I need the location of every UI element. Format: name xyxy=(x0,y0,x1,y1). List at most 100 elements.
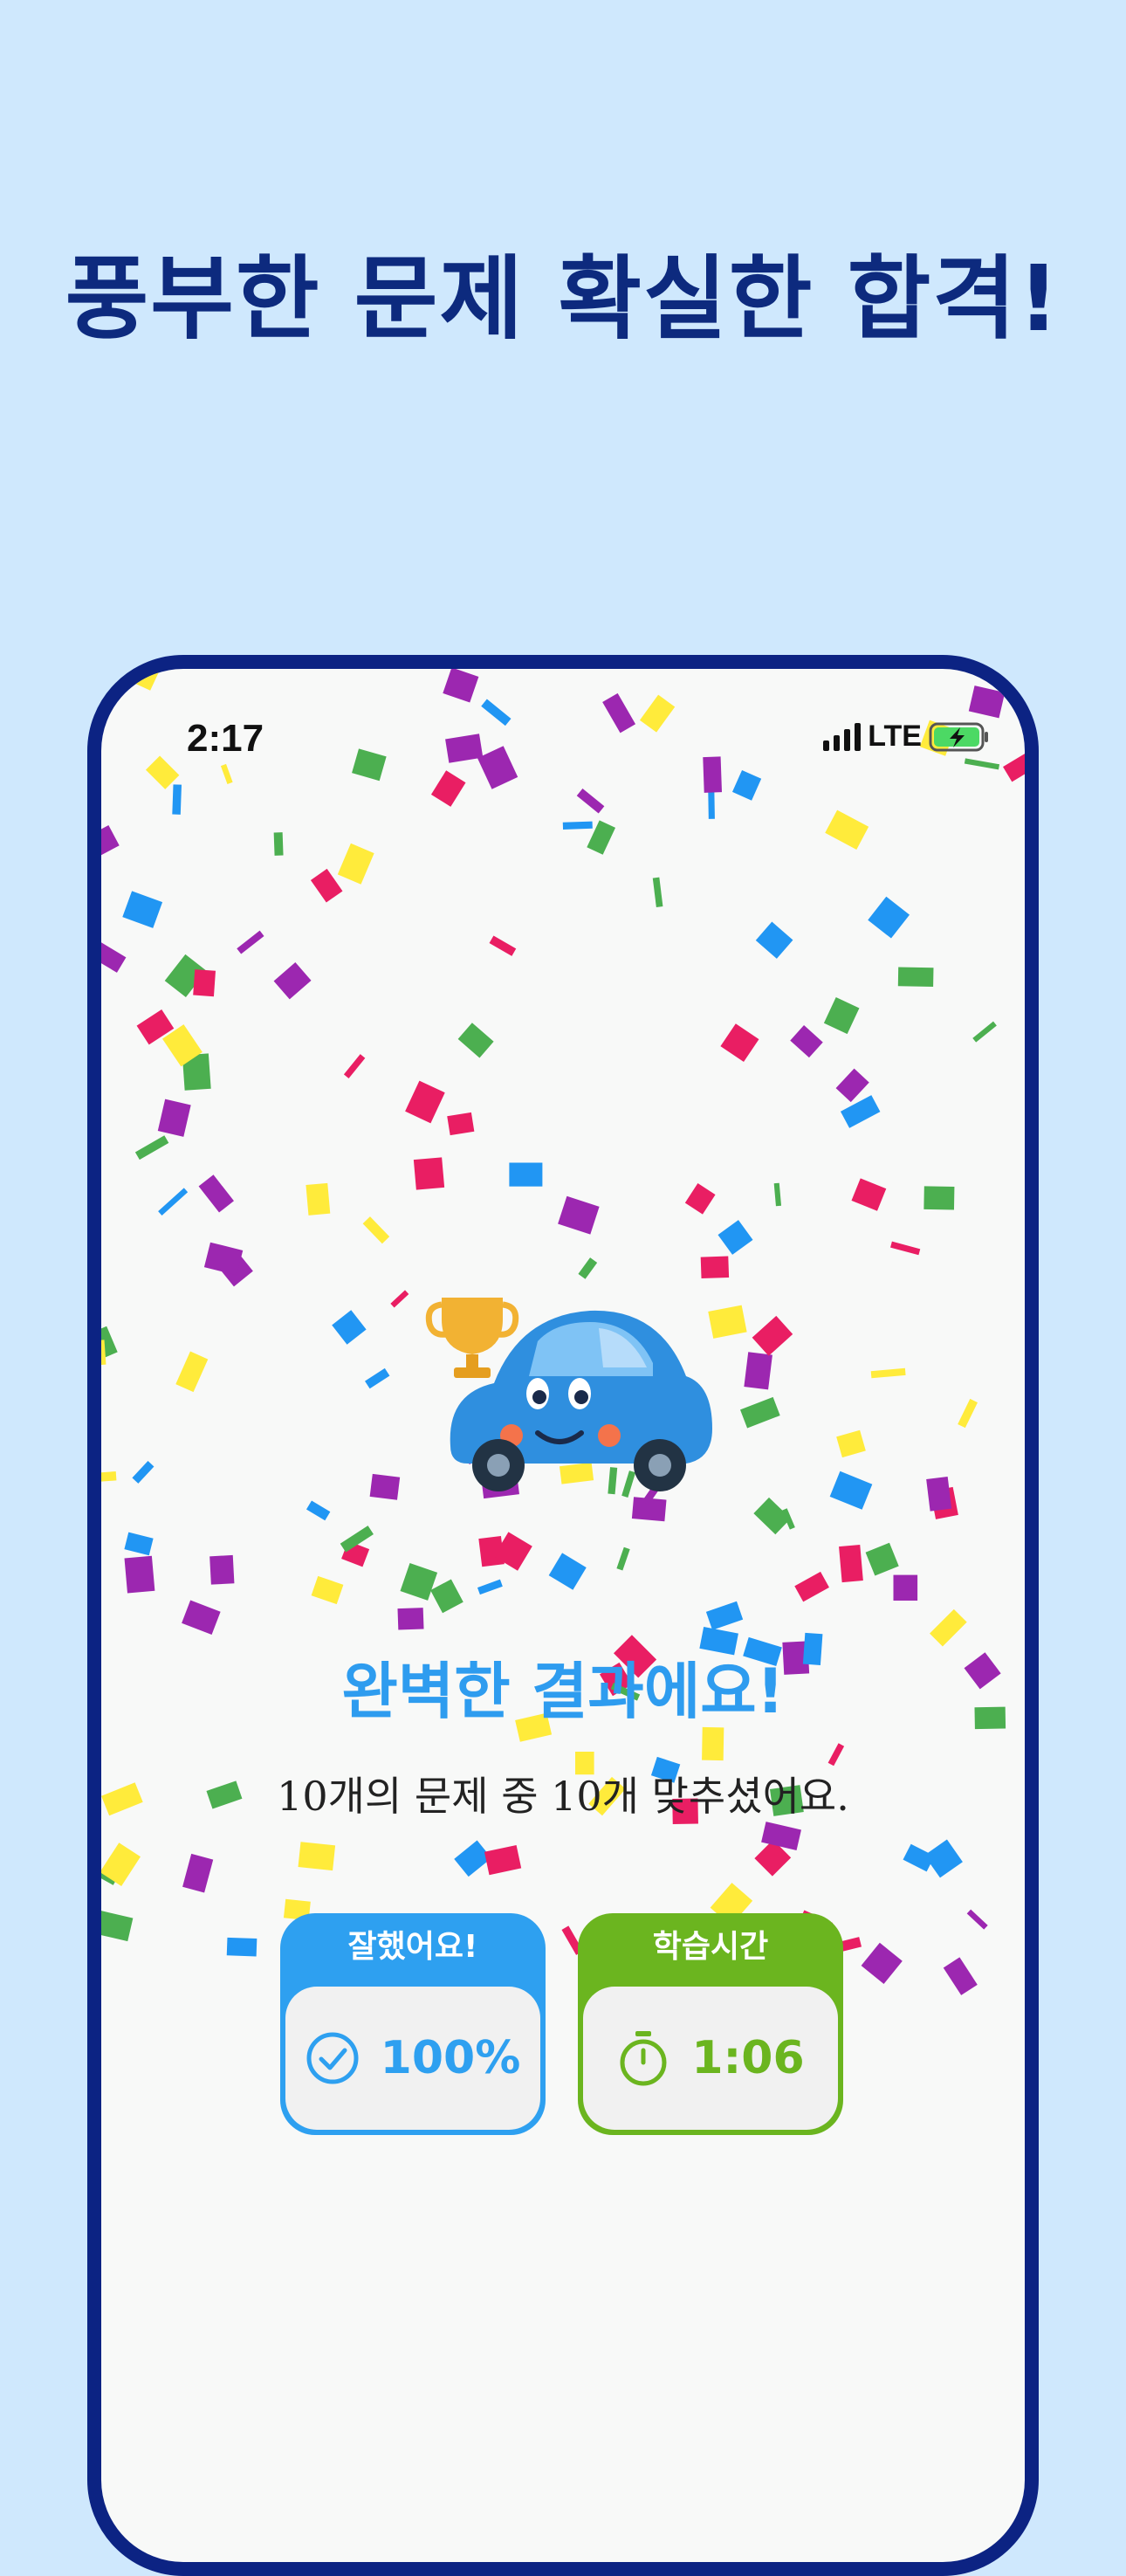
confetti-piece xyxy=(237,930,264,954)
confetti-piece xyxy=(720,1023,759,1063)
status-bar-right: LTE xyxy=(823,720,990,754)
confetti-piece xyxy=(369,1473,401,1500)
confetti-piece xyxy=(134,1135,169,1161)
confetti-piece xyxy=(390,1290,409,1308)
confetti-piece xyxy=(717,1220,753,1255)
confetti-piece xyxy=(343,1054,366,1078)
signal-icon xyxy=(823,722,862,751)
confetti-piece xyxy=(870,1367,906,1379)
confetti-piece xyxy=(790,1025,823,1058)
confetti-piece xyxy=(158,1188,189,1216)
confetti-piece xyxy=(731,769,762,801)
confetti-piece xyxy=(840,1095,881,1128)
confetti-piece xyxy=(477,746,518,789)
confetti-piece xyxy=(430,770,466,807)
confetti-piece xyxy=(829,1471,873,1510)
confetti-piece xyxy=(578,1257,598,1279)
confetti-piece xyxy=(365,1367,390,1389)
confetti-piece xyxy=(132,1460,154,1484)
confetti-piece xyxy=(413,1157,445,1190)
confetti-piece xyxy=(835,1068,869,1103)
confetti-piece xyxy=(972,1021,997,1043)
confetti-piece xyxy=(447,1112,475,1136)
confetti-piece xyxy=(752,1315,793,1356)
confetti-piece xyxy=(337,843,374,885)
confetti-piece xyxy=(652,877,663,907)
confetti-piece xyxy=(773,1182,782,1207)
stopwatch-icon xyxy=(620,2031,667,2086)
confetti-piece xyxy=(703,756,723,793)
confetti-piece xyxy=(182,1600,221,1635)
result-title: 완벽한 결과에요! xyxy=(341,1656,785,1727)
confetti-piece xyxy=(739,1396,780,1429)
confetti-piece xyxy=(616,1546,630,1571)
confetti-piece xyxy=(639,694,676,733)
confetti-piece xyxy=(124,1532,154,1556)
confetti-piece xyxy=(172,784,182,815)
status-time: 2:17 xyxy=(187,717,264,760)
confetti-piece xyxy=(430,1579,463,1614)
confetti-piece xyxy=(509,1162,543,1187)
headline: 풍부한 문제 확실한 합격! xyxy=(65,245,1061,352)
confetti-piece xyxy=(306,1182,331,1216)
confetti-piece xyxy=(101,1910,134,1942)
confetti-piece xyxy=(220,763,233,784)
confetti-piece xyxy=(897,967,934,987)
confetti-piece xyxy=(145,755,180,789)
confetti-piece xyxy=(477,1579,503,1595)
confetti-piece xyxy=(684,1183,716,1215)
confetti-piece xyxy=(744,1352,772,1390)
confetti-piece xyxy=(930,1608,967,1647)
confetti-piece xyxy=(443,669,479,703)
confetti-piece xyxy=(193,969,216,997)
confetti-piece xyxy=(825,809,869,850)
confetti-piece xyxy=(851,1178,887,1211)
confetti-piece xyxy=(209,1554,235,1585)
confetti-piece xyxy=(175,1351,209,1393)
confetti-piece xyxy=(311,1575,344,1605)
confetti-piece xyxy=(926,1477,952,1512)
study-time-body: 1:06 xyxy=(583,1987,838,2130)
confetti-piece xyxy=(903,1843,935,1872)
confetti-piece xyxy=(964,758,1000,770)
confetti-piece xyxy=(827,1743,845,1767)
confetti-piece xyxy=(558,1195,600,1235)
study-time-value: 1:06 xyxy=(691,2032,805,2084)
confetti-piece xyxy=(839,1545,863,1583)
confetti-piece xyxy=(861,1942,903,1985)
confetti-piece xyxy=(226,1937,257,1957)
confetti-piece xyxy=(273,961,312,1000)
confetti-piece xyxy=(352,748,387,782)
confetti-piece xyxy=(943,1957,978,1995)
confetti-piece xyxy=(968,685,1006,719)
confetti-piece xyxy=(397,1608,424,1630)
confetti-piece xyxy=(602,692,636,734)
study-time-card: 학습시간 1:06 xyxy=(578,1913,843,2135)
accuracy-value: 100% xyxy=(380,2032,521,2084)
confetti-piece xyxy=(702,1726,724,1761)
confetti-piece xyxy=(576,789,605,814)
confetti-piece xyxy=(823,996,860,1035)
confetti-piece xyxy=(198,1174,234,1213)
confetti-piece xyxy=(1003,753,1025,782)
network-label: LTE xyxy=(868,720,922,753)
confetti-piece xyxy=(400,1562,438,1601)
accuracy-body: 100% xyxy=(285,1987,540,2130)
trophy-car-mascot xyxy=(425,1298,712,1491)
confetti-piece xyxy=(562,821,593,830)
accuracy-card: 잘했어요! 100% xyxy=(280,1913,546,2135)
confetti-piece xyxy=(203,1242,244,1276)
confetti-piece xyxy=(306,1500,331,1521)
accuracy-label: 잘했어요! xyxy=(347,1929,478,1965)
confetti-piece xyxy=(273,832,284,856)
confetti-piece xyxy=(705,1601,744,1630)
check-circle-icon xyxy=(306,2032,359,2084)
confetti-piece xyxy=(310,868,343,903)
result-subtitle: 10개의 문제 중 10개 맞추셨어요. xyxy=(277,1773,849,1820)
confetti-piece xyxy=(332,1310,367,1345)
confetti-piece xyxy=(157,1099,191,1137)
confetti-piece xyxy=(958,1398,978,1429)
confetti-piece xyxy=(481,699,512,727)
confetti-piece xyxy=(548,1553,587,1590)
confetti-piece xyxy=(134,669,165,691)
